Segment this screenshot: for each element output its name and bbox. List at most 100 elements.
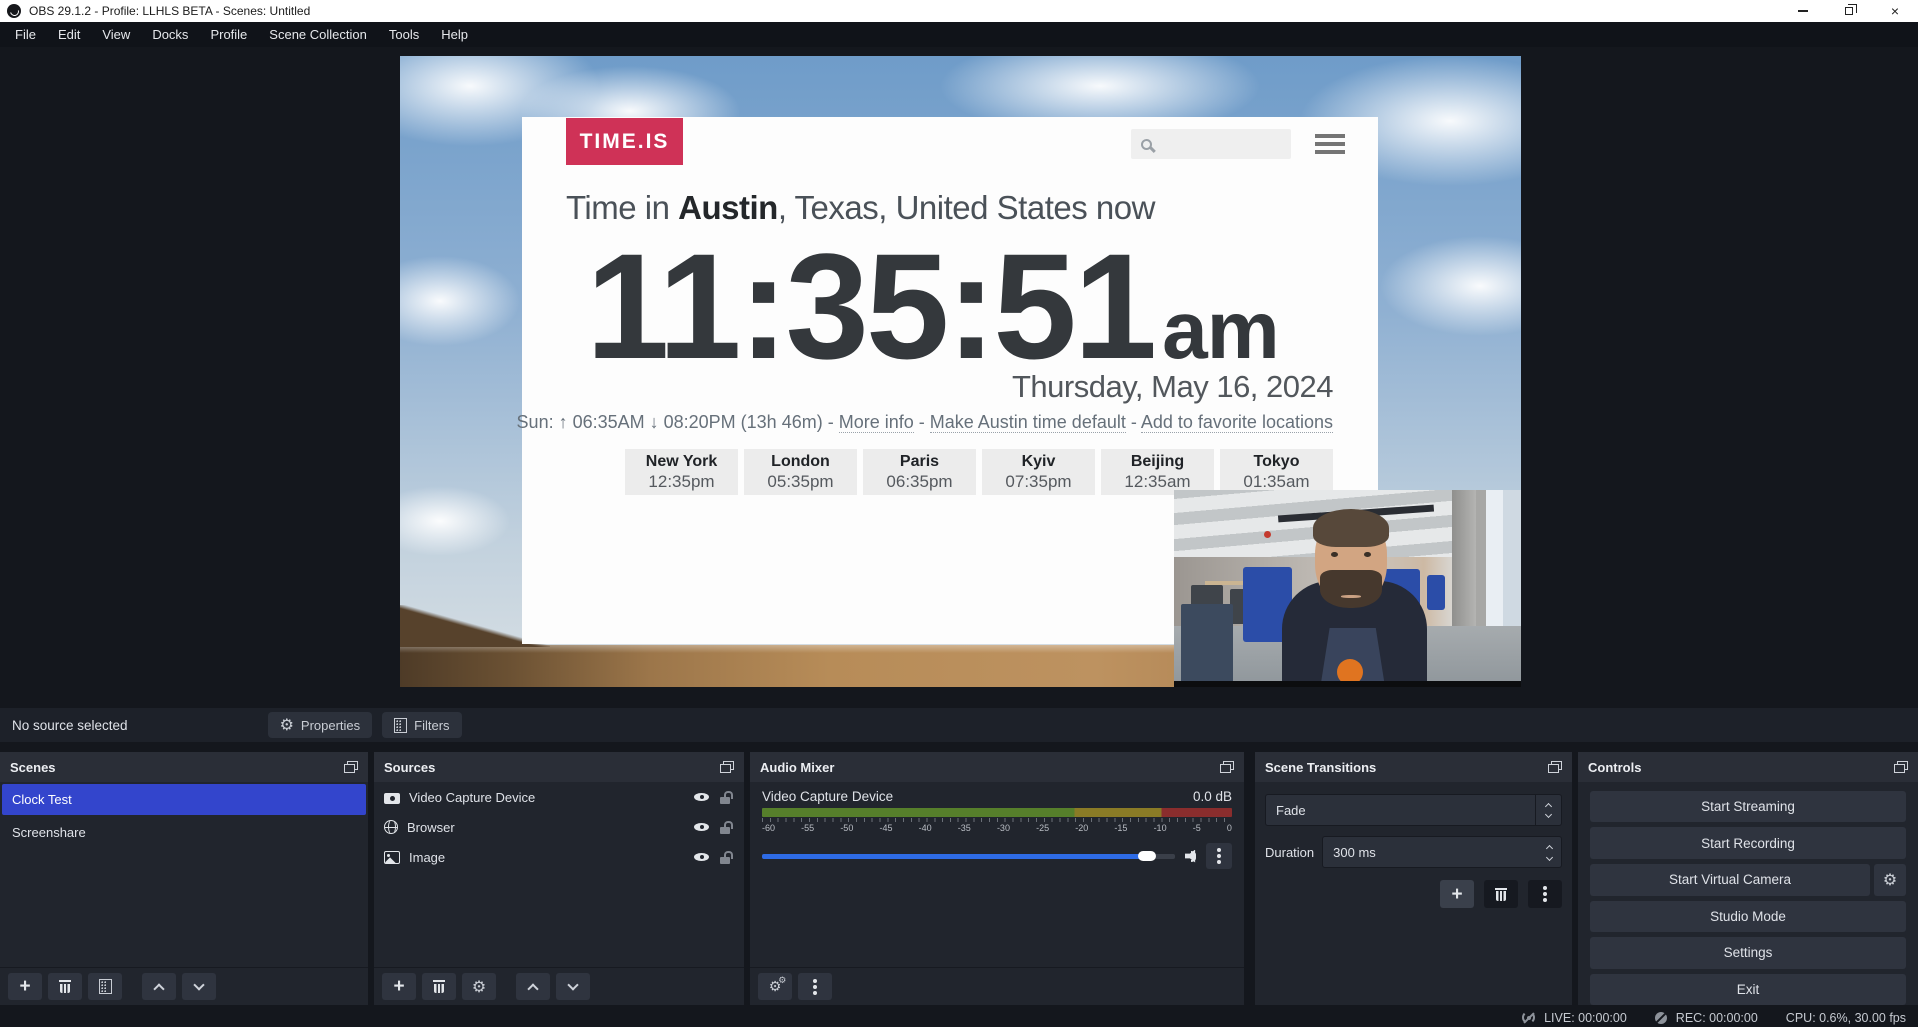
transition-properties-button[interactable] (1528, 880, 1562, 908)
duration-spin-arrows[interactable] (1537, 842, 1561, 863)
chevron-down-icon (1545, 853, 1552, 860)
menu-scene-collection[interactable]: Scene Collection (258, 22, 378, 47)
mixer-menu-button[interactable] (798, 973, 832, 1000)
scene-item-screenshare[interactable]: Screenshare (2, 817, 366, 848)
close-icon: × (1891, 4, 1899, 18)
cpu-fps-stats: CPU: 0.6%, 30.00 fps (1786, 1011, 1906, 1025)
popout-icon[interactable] (344, 761, 358, 773)
scenes-panel-header[interactable]: Scenes (0, 752, 368, 782)
menu-docks[interactable]: Docks (141, 22, 199, 47)
chevron-up-icon (1545, 803, 1552, 810)
mixer-channel-level: 0.0 dB (1193, 789, 1232, 804)
live-status-icon (1522, 1011, 1535, 1024)
add-transition-button[interactable]: + (1440, 880, 1474, 908)
add-scene-button[interactable]: + (8, 973, 42, 1000)
scene-filters-button[interactable] (88, 973, 122, 1000)
timeis-date: Thursday, May 16, 2024 (1012, 369, 1333, 405)
mixer-channel-menu-button[interactable] (1206, 843, 1232, 869)
menu-tools[interactable]: Tools (378, 22, 430, 47)
volume-slider-row (762, 843, 1232, 869)
cloud (400, 486, 510, 556)
speaker-icon[interactable] (1185, 850, 1196, 863)
close-button[interactable]: × (1872, 0, 1918, 22)
popout-icon[interactable] (1894, 761, 1908, 773)
visibility-eye-icon[interactable] (693, 789, 710, 805)
lock-icon[interactable] (719, 820, 732, 835)
settings-button[interactable]: Settings (1590, 937, 1906, 968)
menu-edit[interactable]: Edit (47, 22, 91, 47)
trash-icon (433, 980, 445, 993)
add-source-button[interactable]: + (382, 973, 416, 1000)
window-title: OBS 29.1.2 - Profile: LLHLS BETA - Scene… (29, 4, 310, 18)
popout-icon[interactable] (1548, 761, 1562, 773)
source-row-image[interactable]: Image (374, 842, 744, 872)
properties-button[interactable]: ⚙ Properties (268, 712, 373, 738)
duration-spinbox[interactable]: 300 ms (1322, 836, 1562, 868)
obs-logo-icon (7, 4, 21, 18)
transition-selected-value: Fade (1266, 803, 1535, 818)
visibility-eye-icon[interactable] (693, 819, 710, 835)
scenes-list: Clock Test Screenshare (0, 782, 368, 967)
move-source-down-button[interactable] (556, 973, 590, 1000)
menu-view[interactable]: View (91, 22, 141, 47)
volume-slider-handle[interactable] (1138, 851, 1156, 861)
move-source-up-button[interactable] (516, 973, 550, 1000)
duration-row: Duration 300 ms (1265, 836, 1562, 868)
kebab-menu-icon (813, 979, 817, 983)
exit-button[interactable]: Exit (1590, 974, 1906, 1005)
source-row-browser[interactable]: Browser (374, 812, 744, 842)
webcam-chair (1181, 604, 1233, 687)
source-properties-button[interactable]: ⚙ (462, 973, 496, 1000)
gear-icon: ⚙ (472, 979, 486, 995)
popout-icon[interactable] (1220, 761, 1234, 773)
audio-mixer-header[interactable]: Audio Mixer (750, 752, 1244, 782)
webcam-person-hair (1313, 509, 1389, 547)
world-clock-london: London05:35pm (744, 449, 857, 495)
controls-header[interactable]: Controls (1578, 752, 1918, 782)
studio-mode-button[interactable]: Studio Mode (1590, 901, 1906, 932)
menu-profile[interactable]: Profile (199, 22, 258, 47)
lock-icon[interactable] (719, 790, 732, 805)
menu-file[interactable]: File (4, 22, 47, 47)
sources-panel-header[interactable]: Sources (374, 752, 744, 782)
sources-panel: Sources Video Capture Device Browser Ima… (374, 752, 744, 1005)
volume-slider[interactable] (762, 854, 1175, 859)
source-toolbar: No source selected ⚙ Properties Filters (0, 708, 1918, 742)
start-virtual-camera-button[interactable]: Start Virtual Camera (1590, 864, 1870, 896)
virtual-camera-settings-button[interactable]: ⚙ (1874, 864, 1906, 896)
filters-button[interactable]: Filters (382, 712, 461, 738)
mixer-channel-row: Video Capture Device 0.0 dB (750, 782, 1244, 808)
filter-icon (394, 718, 407, 733)
start-streaming-button[interactable]: Start Streaming (1590, 791, 1906, 822)
remove-transition-button[interactable] (1484, 880, 1518, 908)
chevron-up-icon (153, 983, 164, 994)
transition-select-arrows[interactable] (1535, 795, 1561, 825)
move-scene-down-button[interactable] (182, 973, 216, 1000)
minimize-button[interactable] (1780, 0, 1826, 22)
obs-main-window: OBS 29.1.2 - Profile: LLHLS BETA - Scene… (0, 0, 1918, 1027)
visibility-eye-icon[interactable] (693, 849, 710, 865)
remove-scene-button[interactable] (48, 973, 82, 1000)
transitions-header[interactable]: Scene Transitions (1255, 752, 1572, 782)
start-recording-button[interactable]: Start Recording (1590, 827, 1906, 858)
restore-button[interactable] (1826, 0, 1872, 22)
plus-icon: + (19, 977, 30, 996)
volume-meter-ticks (762, 818, 1232, 822)
scene-preview-canvas[interactable]: TIME.IS Time in Austin, Texas, United St… (400, 56, 1521, 687)
menu-help[interactable]: Help (430, 22, 479, 47)
scene-item-clock-test[interactable]: Clock Test (2, 784, 366, 815)
move-scene-up-button[interactable] (142, 973, 176, 1000)
remove-source-button[interactable] (422, 973, 456, 1000)
controls-title: Controls (1588, 760, 1641, 775)
sources-panel-title: Sources (384, 760, 435, 775)
source-row-video-capture[interactable]: Video Capture Device (374, 782, 744, 812)
popout-icon[interactable] (720, 761, 734, 773)
advanced-audio-button[interactable]: ⚙ (758, 973, 792, 1000)
webcam-partition (1427, 575, 1444, 610)
kebab-menu-icon (1543, 886, 1547, 890)
globe-icon (384, 820, 398, 834)
timeis-logo: TIME.IS (566, 118, 683, 165)
lock-icon[interactable] (719, 850, 732, 865)
transition-select[interactable]: Fade (1265, 794, 1562, 826)
duration-value: 300 ms (1323, 845, 1537, 860)
